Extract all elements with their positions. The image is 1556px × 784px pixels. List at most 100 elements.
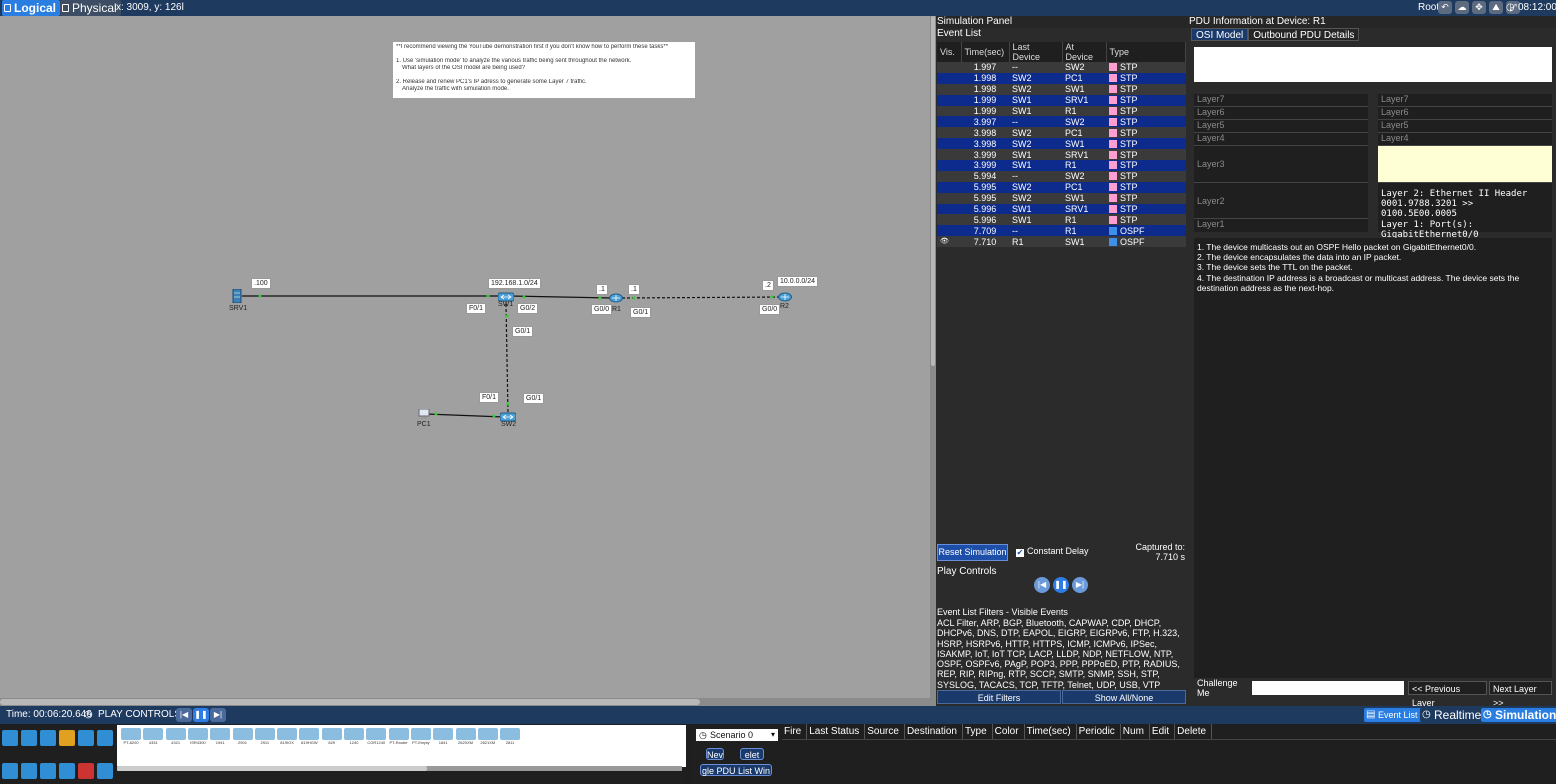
label-sw2-g01[interactable]: G0/1 [523, 393, 545, 404]
move-icon[interactable]: ✥ [1472, 1, 1486, 14]
device-model[interactable]: 2621XM [477, 728, 498, 748]
event-row[interactable]: 5.996 SW1 R1 STP [937, 214, 1186, 226]
col-vis[interactable]: Vis. [937, 42, 962, 62]
previous-layer-button[interactable]: << Previous Layer [1408, 681, 1488, 708]
event-row[interactable]: 1.999 SW1 R1 STP [937, 105, 1186, 117]
label-sw1-g01[interactable]: G0/1 [512, 326, 534, 337]
tab-osi-model[interactable]: OSI Model [1191, 28, 1249, 41]
event-row[interactable]: 1.997 -- SW2 STP [937, 62, 1186, 73]
col-at-device[interactable]: At Device [1062, 42, 1107, 62]
device-model[interactable]: 4321 [165, 728, 186, 748]
in-layer1[interactable]: Layer1 [1194, 219, 1368, 232]
out-layer2[interactable]: Layer 2: Ethernet II Header 0001.9788.32… [1378, 189, 1552, 219]
label-r2-g00[interactable]: G0/0 [759, 304, 781, 315]
event-row[interactable]: 5.995 SW2 PC1 STP [937, 181, 1186, 193]
reset-simulation-button[interactable]: Reset Simulation [937, 544, 1008, 561]
out-layer3-active[interactable] [1378, 146, 1552, 183]
label-r1-ip-b[interactable]: .1 [628, 284, 640, 295]
realtime-mode-button[interactable]: Realtime [1420, 708, 1486, 722]
simulation-mode-button[interactable]: Simulation [1481, 708, 1556, 722]
pdu-list-column[interactable]: Fire [782, 724, 808, 739]
device-model[interactable]: 2901 [232, 728, 253, 748]
switches-icon[interactable] [21, 763, 37, 779]
misc-icon[interactable] [78, 730, 94, 746]
out-layer1[interactable]: Layer 1: Port(s): GigabitEthernet0/0 [1378, 220, 1552, 240]
in-layer2[interactable]: Layer2 [1194, 183, 1368, 219]
toggle-pdu-list-button[interactable]: gle PDU List Win [700, 764, 772, 776]
event-row[interactable]: 1.998 SW2 PC1 STP [937, 72, 1186, 84]
scenario-select[interactable]: Scenario 0 [696, 729, 778, 741]
event-row[interactable]: 3.998 SW2 PC1 STP [937, 127, 1186, 139]
label-r2-ip[interactable]: .2 [762, 280, 774, 291]
wan-emulation-icon[interactable] [97, 763, 113, 779]
in-layer3[interactable]: Layer3 [1194, 146, 1368, 183]
pdu-list-column[interactable]: Source [865, 724, 905, 739]
label-wan-network[interactable]: 10.0.0.0/24 [777, 276, 819, 287]
constant-delay-checkbox[interactable]: ✔ Constant Delay [1016, 546, 1089, 557]
label-r1-ip-a[interactable]: .1 [596, 284, 608, 295]
root-label[interactable]: Root [1418, 0, 1439, 16]
label-sw1-g02[interactable]: G0/2 [517, 303, 539, 314]
pdu-list-column[interactable]: Periodic [1077, 724, 1121, 739]
pdu-list-column[interactable]: Num [1121, 724, 1150, 739]
pause-icon[interactable]: ❚❚ [1053, 577, 1069, 593]
palette-scrollbar[interactable] [117, 766, 682, 771]
in-layer5[interactable]: Layer5 [1194, 120, 1368, 133]
device-model[interactable]: ISR4300 [187, 728, 208, 748]
col-type[interactable]: Type [1106, 42, 1186, 62]
mountain-icon[interactable]: ⛰ [1489, 1, 1503, 14]
in-layer7[interactable]: Layer7 [1194, 94, 1368, 107]
device-model[interactable]: 1941 [210, 728, 231, 748]
out-layer7[interactable]: Layer7 [1378, 94, 1552, 107]
edit-filters-button[interactable]: Edit Filters [937, 690, 1061, 704]
pause-icon[interactable]: ❚❚ [193, 708, 209, 722]
device-model[interactable]: 4331 [143, 728, 164, 748]
event-row[interactable]: 7.709 -- R1 OSPF [937, 225, 1186, 237]
tab-physical[interactable]: Physical [60, 0, 121, 16]
delete-scenario-button[interactable]: elet [740, 748, 764, 760]
label-r1-g01[interactable]: G0/1 [630, 307, 652, 318]
event-row[interactable]: 5.996 SW1 SRV1 STP [937, 203, 1186, 215]
step-back-icon[interactable]: |◀ [176, 708, 192, 722]
security-icon[interactable] [78, 763, 94, 779]
out-layer6[interactable]: Layer6 [1378, 107, 1552, 120]
device-model[interactable]: 2811 [500, 728, 521, 748]
label-srv-ip[interactable]: .100 [251, 278, 271, 289]
device-model[interactable]: 2911 [254, 728, 275, 748]
col-last-device[interactable]: Last Device [1009, 42, 1063, 62]
device-model[interactable]: 1841 [433, 728, 454, 748]
event-row[interactable]: 3.998 SW2 SW1 STP [937, 138, 1186, 150]
router-icon[interactable] [609, 293, 623, 306]
event-list-button[interactable]: Event List [1364, 708, 1422, 722]
event-row[interactable]: 3.999 SW1 SRV1 STP [937, 149, 1186, 161]
show-all-none-button[interactable]: Show All/None [1062, 690, 1186, 704]
challenge-input[interactable] [1252, 681, 1405, 695]
back-icon[interactable]: ↶ [1438, 1, 1452, 14]
tab-logical[interactable]: Logical [2, 0, 61, 16]
device-model[interactable]: PT-8200 [121, 728, 141, 748]
col-time[interactable]: Time(sec) [961, 42, 1010, 62]
out-layer5[interactable]: Layer5 [1378, 120, 1552, 133]
components-icon[interactable] [40, 730, 56, 746]
device-model[interactable]: PT-Router [388, 728, 409, 748]
device-model[interactable]: 1240 [344, 728, 364, 748]
label-sw2-f01[interactable]: F0/1 [479, 392, 500, 403]
hubs-icon[interactable] [40, 763, 56, 779]
device-model[interactable]: 829 [321, 728, 342, 748]
pdu-list-column[interactable]: Edit [1150, 724, 1176, 739]
event-row[interactable]: 3.997 -- SW2 STP [937, 116, 1186, 128]
connections-icon[interactable] [59, 730, 75, 746]
pdu-list-column[interactable]: Color [993, 724, 1025, 739]
label-lan-network[interactable]: 192.168.1.0/24 [488, 278, 541, 289]
scrollbar-thumb[interactable] [931, 16, 935, 366]
logical-workspace[interactable]: **I recommend viewing the YouTube demons… [0, 16, 930, 698]
workspace-horizontal-scrollbar[interactable] [0, 698, 930, 706]
new-scenario-button[interactable]: Nev [706, 748, 724, 760]
pdu-list-column[interactable]: Type [963, 724, 993, 739]
label-sw1-f01[interactable]: F0/1 [466, 303, 487, 314]
step-forward-icon[interactable]: ▶| [1072, 577, 1088, 593]
device-model[interactable]: 819HGW [299, 728, 320, 748]
scrollbar-thumb[interactable] [117, 766, 427, 771]
step-back-icon[interactable]: |◀ [1034, 577, 1050, 593]
tab-outbound-pdu-details[interactable]: Outbound PDU Details [1248, 28, 1360, 41]
